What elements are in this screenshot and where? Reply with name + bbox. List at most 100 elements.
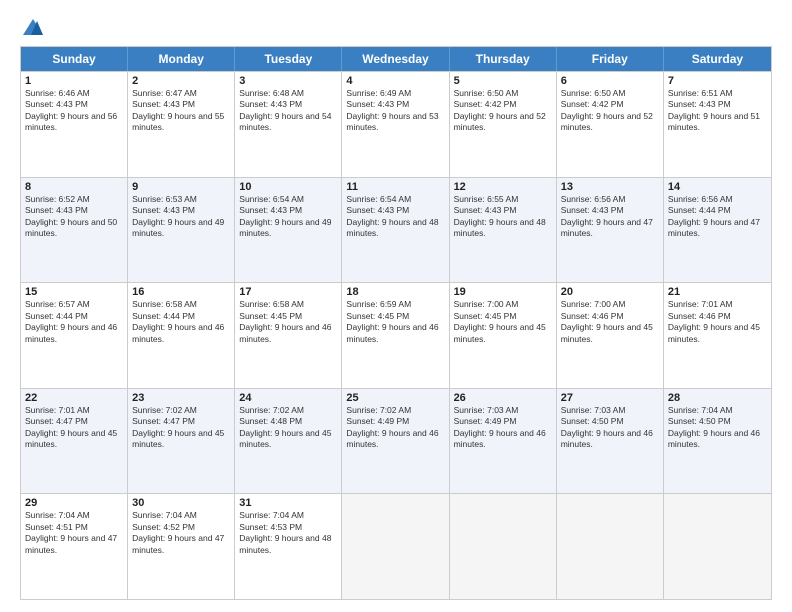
calendar-day-cell: 27Sunrise: 7:03 AMSunset: 4:50 PMDayligh… bbox=[557, 389, 664, 494]
day-info: Sunrise: 7:03 AMSunset: 4:49 PMDaylight:… bbox=[454, 405, 552, 451]
day-number: 22 bbox=[25, 392, 123, 404]
calendar-row: 29Sunrise: 7:04 AMSunset: 4:51 PMDayligh… bbox=[21, 493, 771, 599]
calendar-day-cell: 8Sunrise: 6:52 AMSunset: 4:43 PMDaylight… bbox=[21, 178, 128, 283]
day-number: 11 bbox=[346, 181, 444, 193]
day-number: 18 bbox=[346, 286, 444, 298]
calendar-day-cell: 5Sunrise: 6:50 AMSunset: 4:42 PMDaylight… bbox=[450, 72, 557, 177]
day-number: 12 bbox=[454, 181, 552, 193]
calendar-day-cell: 13Sunrise: 6:56 AMSunset: 4:43 PMDayligh… bbox=[557, 178, 664, 283]
day-number: 31 bbox=[239, 497, 337, 509]
logo bbox=[20, 18, 44, 36]
day-info: Sunrise: 7:04 AMSunset: 4:51 PMDaylight:… bbox=[25, 510, 123, 556]
day-info: Sunrise: 6:59 AMSunset: 4:45 PMDaylight:… bbox=[346, 299, 444, 345]
day-info: Sunrise: 7:01 AMSunset: 4:47 PMDaylight:… bbox=[25, 405, 123, 451]
day-info: Sunrise: 7:01 AMSunset: 4:46 PMDaylight:… bbox=[668, 299, 767, 345]
calendar-day-cell: 25Sunrise: 7:02 AMSunset: 4:49 PMDayligh… bbox=[342, 389, 449, 494]
calendar-day-cell: 9Sunrise: 6:53 AMSunset: 4:43 PMDaylight… bbox=[128, 178, 235, 283]
day-number: 16 bbox=[132, 286, 230, 298]
calendar-day-cell: 20Sunrise: 7:00 AMSunset: 4:46 PMDayligh… bbox=[557, 283, 664, 388]
day-number: 15 bbox=[25, 286, 123, 298]
day-number: 8 bbox=[25, 181, 123, 193]
day-number: 14 bbox=[668, 181, 767, 193]
day-number: 13 bbox=[561, 181, 659, 193]
calendar-day-cell: 24Sunrise: 7:02 AMSunset: 4:48 PMDayligh… bbox=[235, 389, 342, 494]
calendar-day-cell: 22Sunrise: 7:01 AMSunset: 4:47 PMDayligh… bbox=[21, 389, 128, 494]
calendar-day-cell: 1Sunrise: 6:46 AMSunset: 4:43 PMDaylight… bbox=[21, 72, 128, 177]
calendar-empty-cell bbox=[450, 494, 557, 599]
page-header bbox=[20, 18, 772, 36]
calendar-day-cell: 19Sunrise: 7:00 AMSunset: 4:45 PMDayligh… bbox=[450, 283, 557, 388]
calendar-row: 1Sunrise: 6:46 AMSunset: 4:43 PMDaylight… bbox=[21, 71, 771, 177]
calendar-day-cell: 15Sunrise: 6:57 AMSunset: 4:44 PMDayligh… bbox=[21, 283, 128, 388]
day-info: Sunrise: 7:04 AMSunset: 4:50 PMDaylight:… bbox=[668, 405, 767, 451]
day-info: Sunrise: 7:04 AMSunset: 4:53 PMDaylight:… bbox=[239, 510, 337, 556]
calendar: SundayMondayTuesdayWednesdayThursdayFrid… bbox=[20, 46, 772, 600]
calendar-page: SundayMondayTuesdayWednesdayThursdayFrid… bbox=[0, 0, 792, 612]
calendar-day-cell: 18Sunrise: 6:59 AMSunset: 4:45 PMDayligh… bbox=[342, 283, 449, 388]
calendar-day-cell: 14Sunrise: 6:56 AMSunset: 4:44 PMDayligh… bbox=[664, 178, 771, 283]
calendar-empty-cell bbox=[342, 494, 449, 599]
calendar-row: 15Sunrise: 6:57 AMSunset: 4:44 PMDayligh… bbox=[21, 282, 771, 388]
calendar-day-cell: 16Sunrise: 6:58 AMSunset: 4:44 PMDayligh… bbox=[128, 283, 235, 388]
day-info: Sunrise: 6:49 AMSunset: 4:43 PMDaylight:… bbox=[346, 88, 444, 134]
calendar-header: SundayMondayTuesdayWednesdayThursdayFrid… bbox=[21, 47, 771, 71]
day-number: 17 bbox=[239, 286, 337, 298]
day-number: 4 bbox=[346, 75, 444, 87]
day-number: 24 bbox=[239, 392, 337, 404]
day-info: Sunrise: 7:02 AMSunset: 4:49 PMDaylight:… bbox=[346, 405, 444, 451]
day-number: 28 bbox=[668, 392, 767, 404]
calendar-day-cell: 11Sunrise: 6:54 AMSunset: 4:43 PMDayligh… bbox=[342, 178, 449, 283]
day-number: 10 bbox=[239, 181, 337, 193]
day-number: 19 bbox=[454, 286, 552, 298]
calendar-day-cell: 6Sunrise: 6:50 AMSunset: 4:42 PMDaylight… bbox=[557, 72, 664, 177]
day-info: Sunrise: 7:03 AMSunset: 4:50 PMDaylight:… bbox=[561, 405, 659, 451]
weekday-header: Monday bbox=[128, 47, 235, 71]
day-info: Sunrise: 6:58 AMSunset: 4:44 PMDaylight:… bbox=[132, 299, 230, 345]
weekday-header: Tuesday bbox=[235, 47, 342, 71]
calendar-day-cell: 3Sunrise: 6:48 AMSunset: 4:43 PMDaylight… bbox=[235, 72, 342, 177]
day-info: Sunrise: 6:56 AMSunset: 4:43 PMDaylight:… bbox=[561, 194, 659, 240]
day-number: 27 bbox=[561, 392, 659, 404]
day-info: Sunrise: 6:54 AMSunset: 4:43 PMDaylight:… bbox=[346, 194, 444, 240]
calendar-day-cell: 28Sunrise: 7:04 AMSunset: 4:50 PMDayligh… bbox=[664, 389, 771, 494]
logo-icon bbox=[22, 18, 44, 36]
calendar-day-cell: 12Sunrise: 6:55 AMSunset: 4:43 PMDayligh… bbox=[450, 178, 557, 283]
day-number: 5 bbox=[454, 75, 552, 87]
day-info: Sunrise: 7:04 AMSunset: 4:52 PMDaylight:… bbox=[132, 510, 230, 556]
calendar-body: 1Sunrise: 6:46 AMSunset: 4:43 PMDaylight… bbox=[21, 71, 771, 599]
calendar-day-cell: 10Sunrise: 6:54 AMSunset: 4:43 PMDayligh… bbox=[235, 178, 342, 283]
day-info: Sunrise: 6:53 AMSunset: 4:43 PMDaylight:… bbox=[132, 194, 230, 240]
calendar-empty-cell bbox=[557, 494, 664, 599]
day-info: Sunrise: 7:02 AMSunset: 4:48 PMDaylight:… bbox=[239, 405, 337, 451]
day-info: Sunrise: 6:56 AMSunset: 4:44 PMDaylight:… bbox=[668, 194, 767, 240]
day-info: Sunrise: 7:00 AMSunset: 4:46 PMDaylight:… bbox=[561, 299, 659, 345]
day-number: 3 bbox=[239, 75, 337, 87]
calendar-day-cell: 26Sunrise: 7:03 AMSunset: 4:49 PMDayligh… bbox=[450, 389, 557, 494]
calendar-day-cell: 30Sunrise: 7:04 AMSunset: 4:52 PMDayligh… bbox=[128, 494, 235, 599]
day-number: 21 bbox=[668, 286, 767, 298]
day-info: Sunrise: 6:50 AMSunset: 4:42 PMDaylight:… bbox=[454, 88, 552, 134]
day-number: 30 bbox=[132, 497, 230, 509]
day-info: Sunrise: 7:00 AMSunset: 4:45 PMDaylight:… bbox=[454, 299, 552, 345]
calendar-empty-cell bbox=[664, 494, 771, 599]
day-number: 9 bbox=[132, 181, 230, 193]
day-info: Sunrise: 6:52 AMSunset: 4:43 PMDaylight:… bbox=[25, 194, 123, 240]
day-number: 6 bbox=[561, 75, 659, 87]
day-number: 20 bbox=[561, 286, 659, 298]
calendar-day-cell: 23Sunrise: 7:02 AMSunset: 4:47 PMDayligh… bbox=[128, 389, 235, 494]
day-info: Sunrise: 6:55 AMSunset: 4:43 PMDaylight:… bbox=[454, 194, 552, 240]
weekday-header: Saturday bbox=[664, 47, 771, 71]
day-number: 23 bbox=[132, 392, 230, 404]
day-info: Sunrise: 6:46 AMSunset: 4:43 PMDaylight:… bbox=[25, 88, 123, 134]
calendar-day-cell: 21Sunrise: 7:01 AMSunset: 4:46 PMDayligh… bbox=[664, 283, 771, 388]
calendar-day-cell: 7Sunrise: 6:51 AMSunset: 4:43 PMDaylight… bbox=[664, 72, 771, 177]
weekday-header: Thursday bbox=[450, 47, 557, 71]
day-info: Sunrise: 6:57 AMSunset: 4:44 PMDaylight:… bbox=[25, 299, 123, 345]
day-info: Sunrise: 6:50 AMSunset: 4:42 PMDaylight:… bbox=[561, 88, 659, 134]
weekday-header: Sunday bbox=[21, 47, 128, 71]
calendar-row: 8Sunrise: 6:52 AMSunset: 4:43 PMDaylight… bbox=[21, 177, 771, 283]
day-number: 2 bbox=[132, 75, 230, 87]
day-number: 26 bbox=[454, 392, 552, 404]
calendar-day-cell: 2Sunrise: 6:47 AMSunset: 4:43 PMDaylight… bbox=[128, 72, 235, 177]
calendar-day-cell: 4Sunrise: 6:49 AMSunset: 4:43 PMDaylight… bbox=[342, 72, 449, 177]
